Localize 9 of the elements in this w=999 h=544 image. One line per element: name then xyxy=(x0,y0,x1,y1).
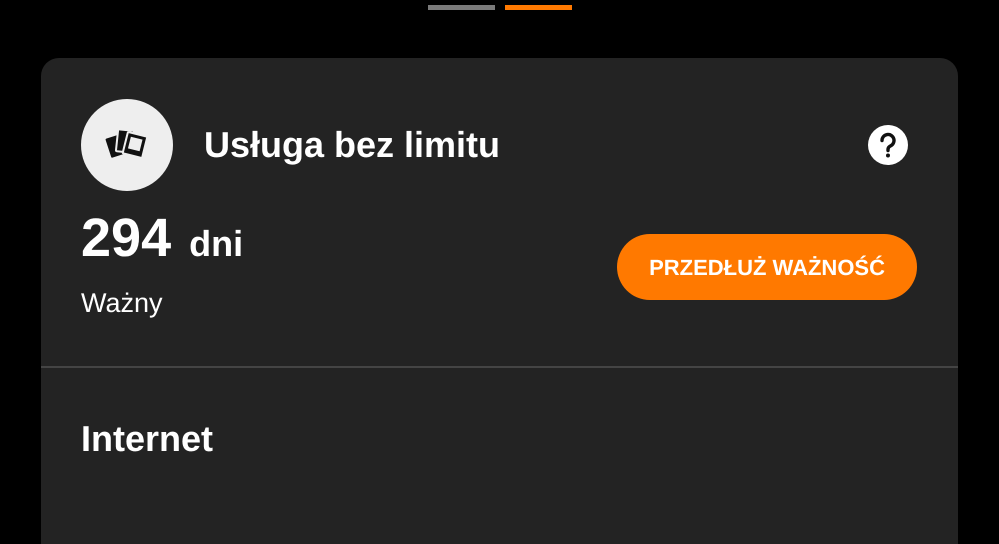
validity-status: Ważny xyxy=(81,287,164,320)
extend-validity-button[interactable]: PRZEDŁUŻ WAŻNOŚĆ xyxy=(617,234,917,300)
days-count: 294 xyxy=(81,211,172,265)
days-unit: dni xyxy=(189,226,244,262)
help-icon[interactable] xyxy=(868,125,908,165)
page-indicator[interactable] xyxy=(428,5,494,10)
card-title: Usługa bez limitu xyxy=(204,123,502,167)
section-title: Internet xyxy=(80,416,214,460)
page-indicator[interactable] xyxy=(504,5,572,10)
